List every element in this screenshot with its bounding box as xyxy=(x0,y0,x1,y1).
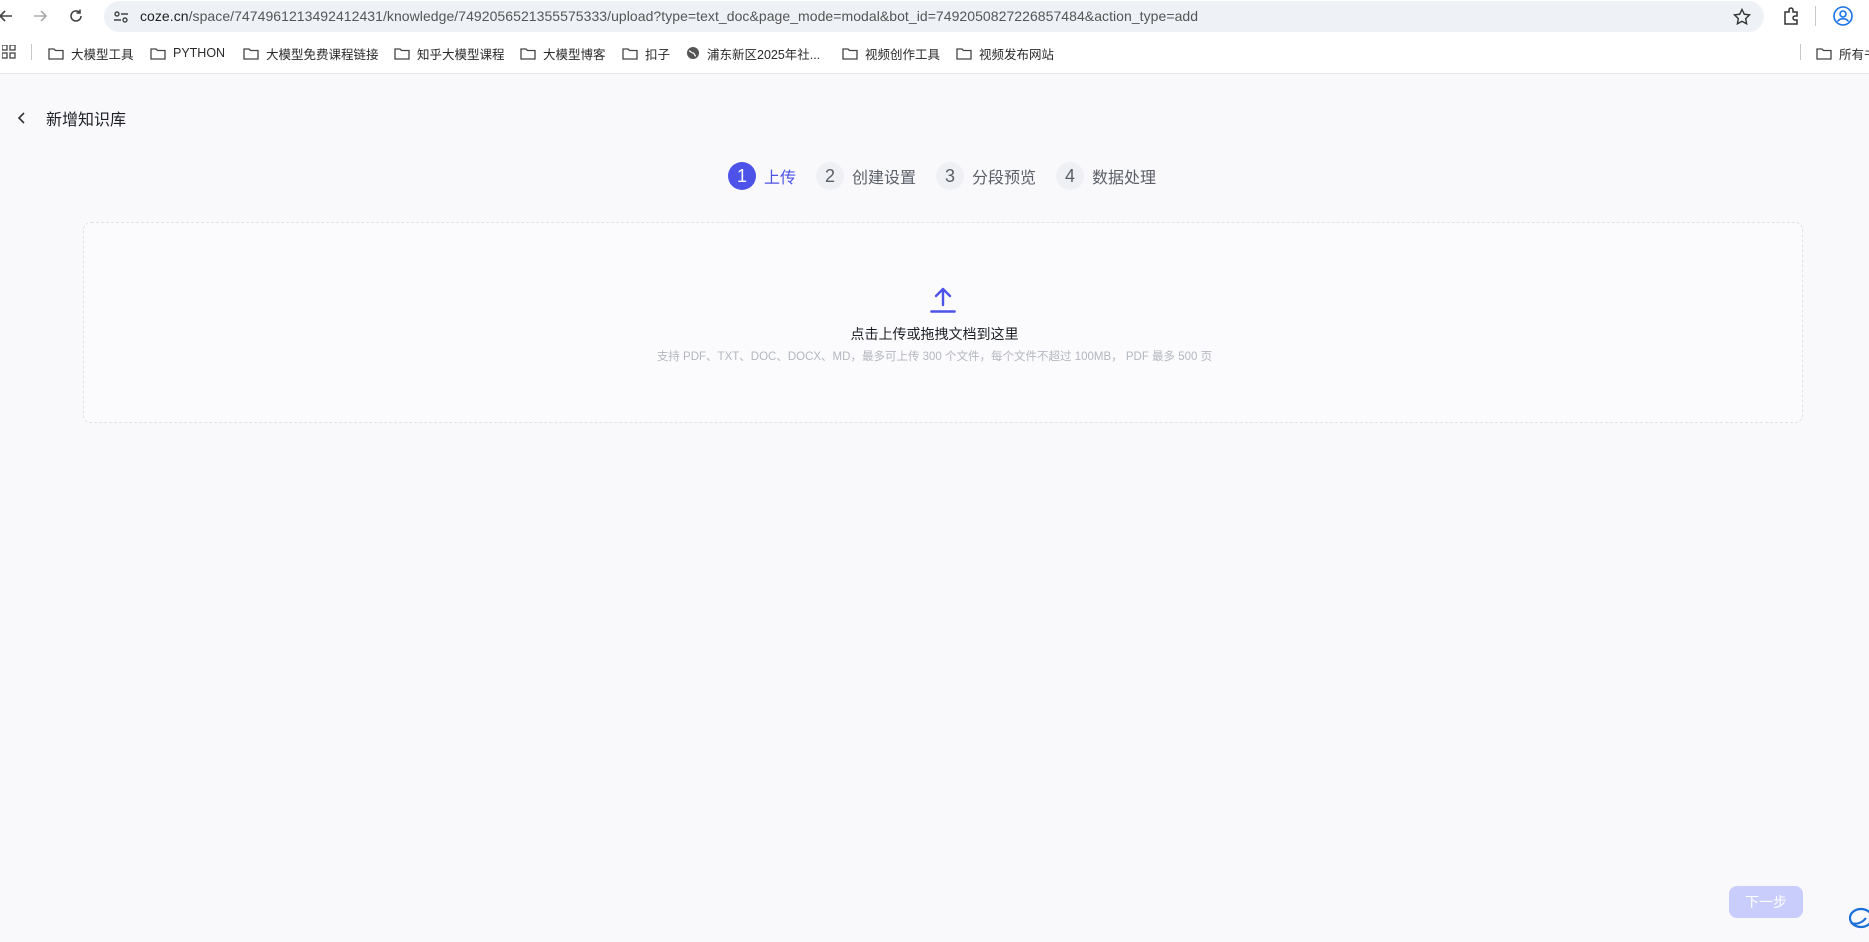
step-number: 3 xyxy=(936,162,965,190)
profile-icon[interactable] xyxy=(1832,5,1854,27)
next-step-button[interactable]: 下一步 xyxy=(1729,886,1803,918)
address-bar[interactable]: coze.cn/space/7474961213492412431/knowle… xyxy=(104,1,1764,32)
step-label: 创建设置 xyxy=(852,170,917,187)
step-number: 2 xyxy=(816,162,845,190)
all-bookmarks-item[interactable]: 所有书 xyxy=(1816,44,1869,62)
upload-icon[interactable] xyxy=(930,286,956,314)
back-arrow-icon[interactable] xyxy=(0,4,18,28)
bookmark-label: 视频发布网站 xyxy=(979,47,1055,62)
bookmarks-bar: 大模型工具 PYTHON 大模型免费课程链接 知乎大模型课程 大模型博客 扣子 … xyxy=(0,40,1869,66)
step-indicator: 1 上传 2 创建设置 3 分段预览 4 数据处理 xyxy=(728,162,1176,190)
bookmark-item[interactable]: 大模型免费课程链接 xyxy=(243,44,379,62)
bookmark-item[interactable]: 浦东新区2025年社... xyxy=(686,44,820,62)
bookmark-item[interactable]: 视频发布网站 xyxy=(956,44,1054,62)
folder-icon xyxy=(520,47,536,60)
bookmark-label: 大模型工具 xyxy=(71,47,134,62)
toolbar-divider xyxy=(1815,6,1816,26)
reload-icon[interactable] xyxy=(64,4,88,28)
step-number: 4 xyxy=(1056,162,1085,190)
folder-icon xyxy=(48,47,64,60)
folder-icon xyxy=(1816,47,1832,60)
bookmark-item[interactable]: PYTHON xyxy=(150,44,225,62)
assistant-float-icon[interactable] xyxy=(1845,903,1869,933)
bookmark-label: 大模型免费课程链接 xyxy=(266,47,379,62)
bookmark-label: PYTHON xyxy=(173,46,226,60)
bookmark-item[interactable]: 大模型工具 xyxy=(48,44,134,62)
bookmark-item[interactable]: 大模型博客 xyxy=(520,44,606,62)
bookmark-item[interactable]: 知乎大模型课程 xyxy=(394,44,505,62)
step-upload: 1 上传 xyxy=(728,162,796,190)
bookmark-label: 所有书 xyxy=(1839,47,1869,62)
bookmarks-divider xyxy=(31,44,32,60)
bookmark-label: 知乎大模型课程 xyxy=(417,47,505,62)
url-text[interactable]: coze.cn/space/7474961213492412431/knowle… xyxy=(140,8,1198,24)
page-title: 新增知识库 xyxy=(46,112,127,129)
apps-grid-icon[interactable] xyxy=(2,45,16,59)
step-segment-preview: 3 分段预览 xyxy=(936,162,1036,190)
browser-chrome: coze.cn/space/7474961213492412431/knowle… xyxy=(0,0,1869,74)
step-create-settings: 2 创建设置 xyxy=(816,162,916,190)
site-settings-icon[interactable] xyxy=(112,8,130,26)
upload-dropzone[interactable] xyxy=(83,222,1803,423)
step-data-processing: 4 数据处理 xyxy=(1056,162,1156,190)
bookmark-label: 浦东新区2025年社... xyxy=(707,47,821,62)
step-label: 数据处理 xyxy=(1092,170,1157,187)
folder-icon xyxy=(622,47,638,60)
folder-icon xyxy=(394,47,410,60)
bookmark-star-icon[interactable] xyxy=(1732,7,1752,27)
bookmark-item[interactable]: 扣子 xyxy=(622,44,670,62)
folder-icon xyxy=(150,47,166,60)
bookmark-label: 大模型博客 xyxy=(543,47,606,62)
url-path: /space/7474961213492412431/knowledge/749… xyxy=(188,8,1199,24)
globe-icon xyxy=(687,47,699,59)
folder-icon xyxy=(956,47,972,60)
forward-arrow-icon[interactable] xyxy=(28,4,52,28)
chevron-left-icon[interactable] xyxy=(14,110,30,126)
folder-icon xyxy=(842,47,858,60)
bookmarks-divider xyxy=(1800,44,1801,60)
bookmark-label: 视频创作工具 xyxy=(865,47,941,62)
dropzone-title[interactable]: 点击上传或拖拽文档到这里 xyxy=(0,324,1869,344)
folder-icon xyxy=(243,47,259,60)
dropzone-hint: 支持 PDF、TXT、DOC、DOCX、MD，最多可上传 300 个文件，每个文… xyxy=(656,351,1213,363)
page-header: 新增知识库 xyxy=(14,106,126,130)
url-host: coze.cn xyxy=(140,8,189,24)
step-label: 分段预览 xyxy=(972,170,1037,187)
bookmark-item[interactable]: 视频创作工具 xyxy=(842,44,940,62)
step-number: 1 xyxy=(728,162,756,190)
extensions-icon[interactable] xyxy=(1780,5,1802,27)
bookmark-label: 扣子 xyxy=(645,47,671,62)
step-label: 上传 xyxy=(764,170,797,187)
